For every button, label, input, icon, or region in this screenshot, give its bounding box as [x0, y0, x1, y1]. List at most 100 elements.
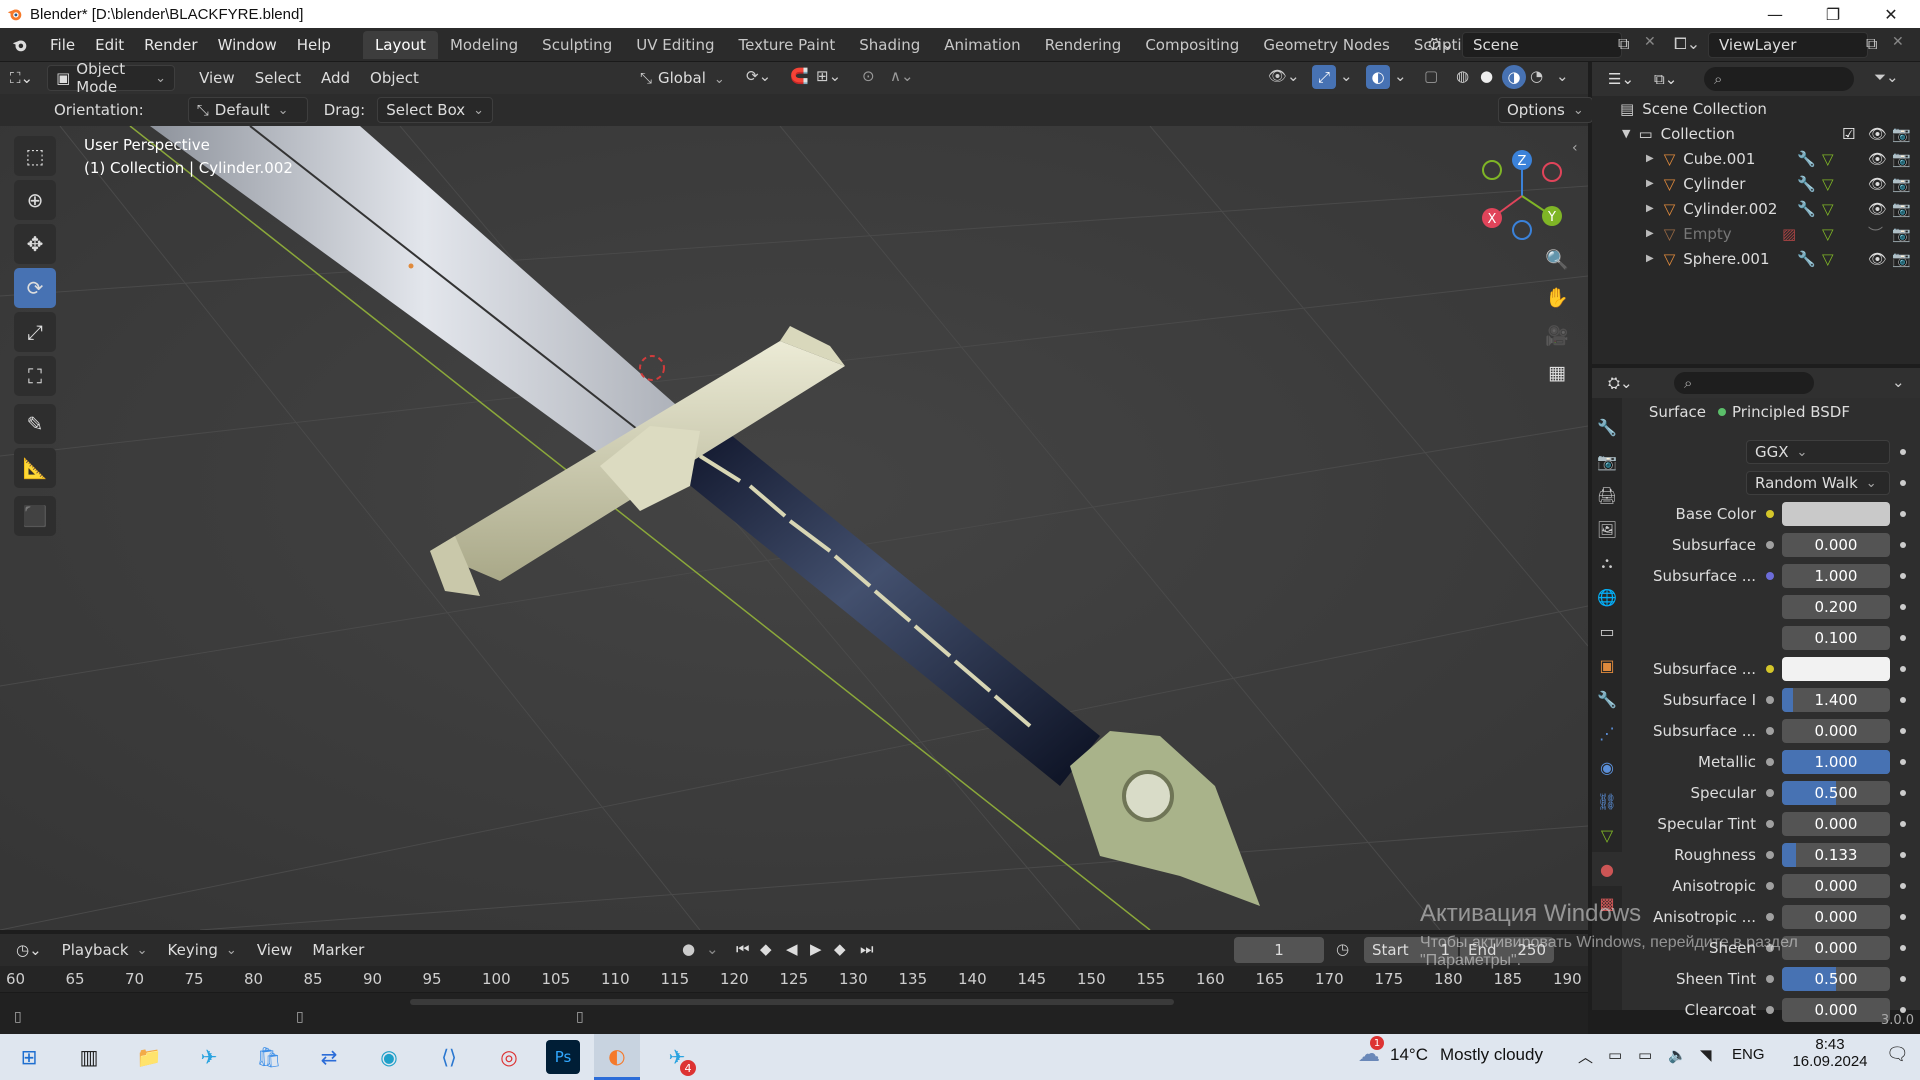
annotate-tool-icon[interactable]: ✎ — [14, 404, 56, 444]
mesh-data-icon[interactable]: ▽ — [1822, 225, 1834, 243]
shading-dropdown-icon[interactable]: ⌄ — [1556, 67, 1569, 85]
tool-tab-icon[interactable]: 🔧 — [1592, 410, 1622, 444]
sidebar-toggle-icon[interactable]: ‹ — [1572, 140, 1578, 156]
battery-icon[interactable]: ▭ — [1638, 1046, 1652, 1064]
tab-sculpting[interactable]: Sculpting — [530, 31, 624, 59]
tree-row-object[interactable]: ▶ ▽ Cylinder.002 🔧 ▽ 👁 📷 — [1592, 196, 1920, 221]
render-camera-icon[interactable]: 📷 — [1892, 175, 1911, 193]
tab-animation[interactable]: Animation — [932, 31, 1032, 59]
color-swatch[interactable] — [1782, 657, 1890, 681]
chrome-icon[interactable]: ◎ — [486, 1034, 532, 1080]
outliner-search-input[interactable]: ⌕ — [1704, 67, 1854, 91]
timeline-scrollbar[interactable] — [410, 999, 1174, 1005]
pan-hand-icon[interactable]: ✋ — [1540, 280, 1574, 314]
blender-menu-icon[interactable] — [0, 36, 40, 54]
expand-object-icon[interactable]: ▶ — [1646, 203, 1654, 214]
surface-shader-value[interactable]: Principled BSDF — [1732, 403, 1850, 421]
mesh-data-icon[interactable]: ▽ — [1822, 150, 1834, 168]
socket-icon[interactable] — [1766, 758, 1774, 766]
keyframe-dot-icon[interactable] — [1900, 790, 1906, 796]
modifier-icon[interactable]: 🔧 — [1797, 175, 1816, 193]
timeline-handle-left-icon[interactable]: ▯ — [14, 1009, 22, 1025]
network-icon[interactable]: ◥ — [1700, 1046, 1712, 1064]
keyframe-dot-icon[interactable] — [1900, 573, 1906, 579]
socket-icon[interactable] — [1766, 572, 1774, 580]
mesh-data-icon[interactable]: ▽ — [1822, 200, 1834, 218]
blender-taskbar-icon[interactable]: ◐ — [594, 1034, 640, 1080]
socket-icon[interactable] — [1766, 851, 1774, 859]
options-dropdown[interactable]: Options — [1498, 97, 1593, 123]
property-value-field[interactable]: 0.000 — [1782, 533, 1890, 557]
property-value-field[interactable]: 0.100 — [1782, 626, 1890, 650]
collection-tab-icon[interactable]: ▭ — [1592, 614, 1622, 648]
record-keyframe-icon[interactable]: ● — [682, 940, 695, 958]
tab-geometry-nodes[interactable]: Geometry Nodes — [1251, 31, 1402, 59]
xray-icon[interactable]: ▢ — [1424, 67, 1438, 85]
tab-shading[interactable]: Shading — [847, 31, 932, 59]
menu-edit[interactable]: Edit — [85, 36, 134, 54]
start-button-icon[interactable]: ⊞ — [6, 1034, 52, 1080]
proportional-edit-icon[interactable]: ⊙ — [862, 67, 875, 85]
menu-file[interactable]: File — [40, 36, 85, 54]
menu-help[interactable]: Help — [287, 36, 341, 54]
play-reverse-icon[interactable]: ◀ — [786, 940, 798, 958]
play-icon[interactable]: ▶ — [810, 940, 822, 958]
property-value-field[interactable]: 0.200 — [1782, 595, 1890, 619]
keyframe-dot-icon[interactable] — [1900, 883, 1906, 889]
close-button[interactable]: ✕ — [1862, 0, 1920, 28]
keyframe-dot-icon[interactable] — [1900, 728, 1906, 734]
photoshop-icon[interactable]: Ps — [546, 1040, 580, 1074]
empty-image-icon[interactable]: ▨ — [1782, 225, 1796, 243]
rendered-shading-icon[interactable]: ◔ — [1530, 67, 1543, 85]
collection-checkbox-icon[interactable]: ☑ — [1842, 125, 1855, 143]
editor-type-icon[interactable]: ⛶⌄ — [0, 65, 43, 91]
rotate-tool-icon[interactable]: ⟳ — [14, 268, 56, 308]
view-menu[interactable]: View — [189, 65, 245, 91]
keyframe-dot-icon[interactable] — [1900, 666, 1906, 672]
tree-row-collection[interactable]: ▼ ▭ Collection ☑ 👁 📷 — [1592, 121, 1920, 146]
playback-menu[interactable]: Playback — [52, 937, 158, 963]
tab-compositing[interactable]: Compositing — [1133, 31, 1251, 59]
task-view-icon[interactable]: ▥ — [66, 1034, 112, 1080]
orientation-dropdown[interactable]: ⤡ Default — [187, 97, 308, 123]
timeline-handle-mid-icon[interactable]: ▯ — [296, 1009, 304, 1025]
socket-icon[interactable] — [1766, 882, 1774, 890]
language-indicator[interactable]: ENG — [1732, 1046, 1765, 1063]
scale-tool-icon[interactable]: ⤢ — [14, 312, 56, 352]
3d-viewport[interactable]: ⬚ ⊕ ✥ ⟳ ⤢ ⛶ ✎ 📐 ⬛ User Perspective (1) C… — [0, 126, 1588, 930]
timeline-body[interactable]: ▯ ▯ ▯ — [0, 992, 1588, 1034]
output-tab-icon[interactable]: 🖨 — [1592, 478, 1622, 512]
add-cube-tool-icon[interactable]: ⬛ — [14, 496, 56, 536]
visibility-eye-icon[interactable]: ︶ — [1868, 223, 1883, 244]
transform-orientation-dropdown[interactable]: ⤡ Global — [640, 65, 725, 91]
camera-view-icon[interactable]: 🎥 — [1540, 318, 1574, 352]
tree-row-object[interactable]: ▶ ▽ Cylinder 🔧 ▽ 👁 📷 — [1592, 171, 1920, 196]
visibility-eye-icon[interactable]: 👁 — [1868, 175, 1887, 193]
current-frame-field[interactable]: 1 — [1234, 937, 1324, 963]
cursor-tool-icon[interactable]: ⊕ — [14, 180, 56, 220]
select-menu[interactable]: Select — [245, 65, 311, 91]
modifier-icon[interactable]: 🔧 — [1797, 150, 1816, 168]
overlays-dropdown-icon[interactable]: ⌄ — [1394, 67, 1407, 85]
property-value-field[interactable]: 0.000 — [1782, 998, 1890, 1022]
filter-icon[interactable]: ⏷⌄ — [1874, 68, 1899, 86]
properties-search-input[interactable]: ⌕ — [1674, 372, 1814, 394]
display-mode-icon[interactable]: ⧉⌄ — [1644, 66, 1687, 92]
collection-camera-icon[interactable]: 📷 — [1892, 125, 1911, 143]
view-layer-field[interactable]: ViewLayer — [1708, 32, 1868, 58]
color-swatch[interactable] — [1782, 502, 1890, 526]
overlays-toggle-icon[interactable]: ◐ — [1366, 65, 1390, 89]
maximize-button[interactable]: ❐ — [1804, 0, 1862, 28]
clock[interactable]: 8:43 16.09.2024 — [1790, 1036, 1870, 1070]
socket-icon[interactable] — [1766, 820, 1774, 828]
store-icon[interactable]: 🛍 — [246, 1034, 292, 1080]
visibility-eye-icon[interactable]: 👁 — [1868, 150, 1887, 168]
keyframe-dot-icon[interactable] — [1900, 511, 1906, 517]
jump-end-icon[interactable]: ⏭ — [860, 940, 874, 958]
remote-app-icon[interactable]: ⇄ — [306, 1034, 352, 1080]
modifier-tab-icon[interactable]: 🔧 — [1592, 682, 1622, 716]
render-camera-icon[interactable]: 📷 — [1892, 250, 1911, 268]
delete-scene-icon[interactable]: ✕ — [1644, 34, 1656, 50]
property-value-field[interactable]: 0.000 — [1782, 874, 1890, 898]
view-layer-tab-icon[interactable]: 🖼 — [1592, 512, 1622, 546]
